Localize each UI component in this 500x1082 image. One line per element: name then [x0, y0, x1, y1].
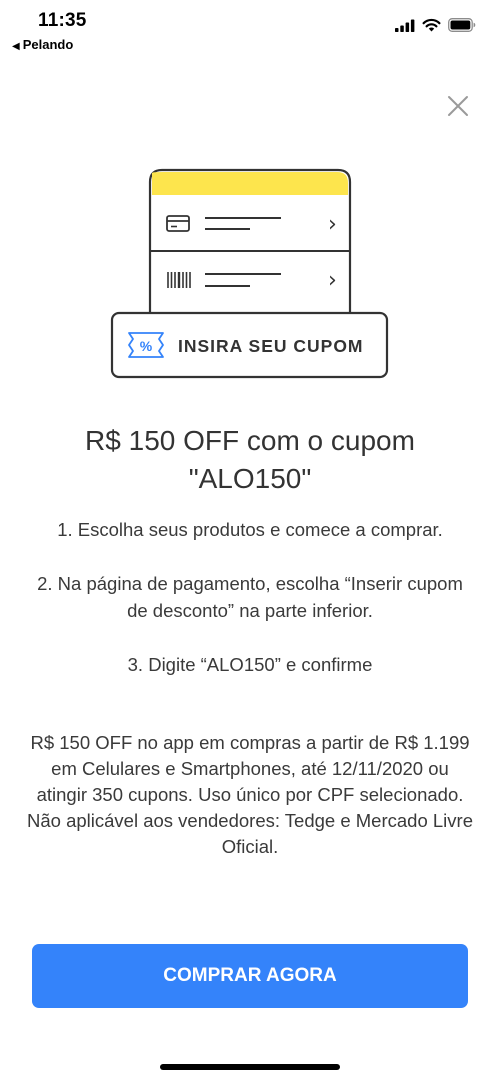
signal-icon [395, 19, 415, 32]
step-3: 3. Digite “ALO150” e confirme [127, 654, 373, 675]
instructions: 1. Escolha seus produtos e comece a comp… [30, 516, 470, 705]
status-icons [395, 18, 476, 32]
status-bar: 11:35 ◀ Pelando [0, 0, 500, 60]
coupon-label: INSIRA SEU CUPOM [178, 336, 364, 356]
terms-text: R$ 150 OFF no app em compras a partir de… [27, 732, 473, 857]
status-time: 11:35 [38, 10, 87, 31]
step-1: 1. Escolha seus produtos e comece a comp… [57, 519, 443, 540]
wifi-icon [422, 18, 441, 32]
battery-icon [448, 18, 476, 32]
back-app-label: Pelando [22, 37, 74, 52]
svg-text:%: % [140, 338, 153, 354]
back-arrow-icon: ◀ [12, 41, 20, 52]
coupon-illustration: › › % INSIRA SEU CUPOM [110, 168, 389, 379]
close-icon[interactable] [446, 94, 470, 118]
home-indicator[interactable] [160, 1064, 340, 1070]
chevron-right-icon: › [328, 268, 337, 293]
coupon-headline: R$ 150 OFF com o cupom "ALO150" [85, 425, 415, 494]
chevron-right-icon: › [328, 212, 337, 237]
barcode-icon [167, 272, 191, 288]
back-to-app-link[interactable]: ◀ Pelando [12, 37, 73, 52]
step-2: 2. Na página de pagamento, escolha “Inse… [37, 573, 463, 621]
coupon-input-illustration: % INSIRA SEU CUPOM [110, 311, 389, 379]
card-header-accent [152, 172, 348, 195]
buy-now-button[interactable]: COMPRAR AGORA [32, 944, 468, 1008]
checkout-card-illustration [148, 168, 352, 318]
